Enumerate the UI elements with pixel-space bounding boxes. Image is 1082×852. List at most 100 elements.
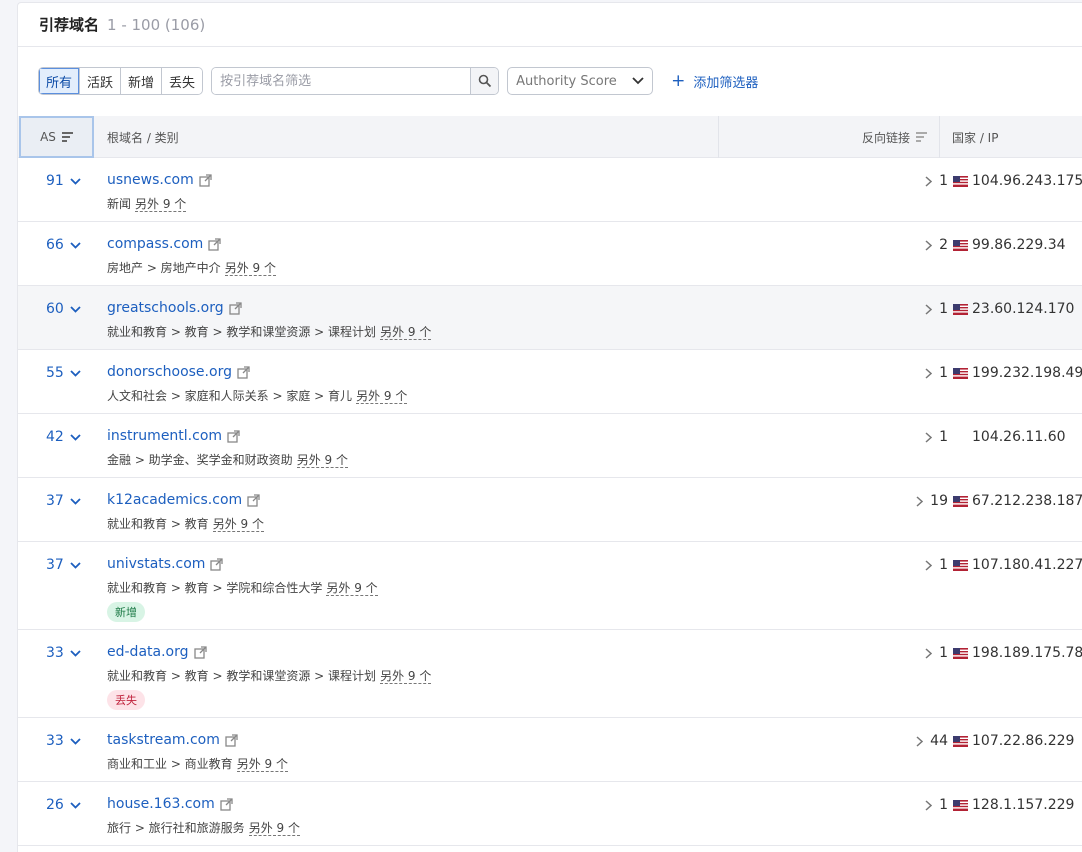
chevron-right-icon	[916, 735, 924, 747]
domain-link[interactable]: ed-data.org	[107, 644, 207, 660]
domain-name: compass.com	[107, 236, 204, 252]
backlinks-count[interactable]: 19	[916, 493, 948, 509]
segment-new[interactable]: 新增	[120, 68, 162, 94]
domain-name: k12academics.com	[107, 492, 243, 508]
referring-domains-panel: 引荐域名 1 - 100 (106) 所有 活跃 新增 丢失 Authority…	[17, 2, 1082, 852]
search-icon	[478, 74, 491, 88]
table-body: 91 usnews.com 新闻 另外 9 个 1 104.96.243.175 66 com…	[18, 158, 1082, 846]
country-ip: 199.232.198.49	[953, 365, 1082, 381]
country-ip: 104.26.11.60	[953, 429, 1066, 445]
more-categories-link[interactable]: 另外 9 个	[236, 757, 288, 772]
category-text: 人文和社会 > 家庭和人际关系 > 家庭 > 育儿	[107, 389, 353, 403]
authority-score-toggle[interactable]: 37	[46, 557, 81, 573]
segment-all[interactable]: 所有	[39, 68, 80, 94]
chevron-down-icon	[70, 737, 81, 745]
authority-score-toggle[interactable]: 42	[46, 429, 81, 445]
backlinks-value: 1	[939, 557, 948, 573]
authority-score-toggle[interactable]: 33	[46, 733, 81, 749]
backlinks-count[interactable]: 1	[925, 429, 948, 445]
country-ip: 23.60.124.170	[953, 301, 1074, 317]
authority-score-toggle[interactable]: 60	[46, 301, 81, 317]
external-link-icon[interactable]	[227, 429, 240, 443]
domain-link[interactable]: taskstream.com	[107, 732, 238, 748]
external-link-icon[interactable]	[210, 557, 224, 571]
authority-score-value: 60	[46, 301, 64, 317]
external-link-icon[interactable]	[208, 237, 221, 251]
filter-toolbar: 所有 活跃 新增 丢失 Authority Score + 添加筛选器	[38, 67, 758, 95]
backlinks-value: 1	[939, 797, 948, 813]
backlinks-count[interactable]: 1	[925, 365, 948, 381]
external-link-icon[interactable]	[225, 733, 238, 747]
backlinks-count[interactable]: 1	[925, 645, 948, 661]
table-row: 37 univstats.com 就业和教育 > 教育 > 学院和综合性大学 另外 9…	[18, 542, 1082, 630]
domain-link[interactable]: instrumentl.com	[107, 428, 240, 444]
domain-link[interactable]: house.163.com	[107, 796, 233, 812]
chevron-down-icon	[70, 433, 81, 441]
domain-search-input[interactable]	[212, 68, 471, 94]
more-categories-link[interactable]: 另外 9 个	[380, 669, 432, 684]
backlinks-value: 1	[939, 365, 948, 381]
domain-link[interactable]: compass.com	[107, 236, 221, 252]
domain-name: taskstream.com	[107, 732, 220, 748]
backlinks-value: 1	[939, 645, 948, 661]
country-ip: 104.96.243.175	[953, 173, 1082, 189]
chevron-right-icon	[925, 647, 933, 659]
domain-link[interactable]: usnews.com	[107, 172, 212, 188]
backlinks-count[interactable]: 1	[925, 173, 948, 189]
more-categories-link[interactable]: 另外 9 个	[356, 389, 408, 404]
column-header-backlinks[interactable]: 反向链接	[718, 116, 940, 158]
chevron-right-icon	[925, 303, 933, 315]
more-categories-link[interactable]: 另外 9 个	[224, 261, 276, 276]
authority-score-toggle[interactable]: 66	[46, 237, 81, 253]
segment-lost[interactable]: 丢失	[161, 68, 203, 94]
country-ip: 67.212.238.187	[953, 493, 1082, 509]
more-categories-link[interactable]: 另外 9 个	[296, 453, 348, 468]
external-link-icon[interactable]	[199, 173, 212, 187]
domain-name: instrumentl.com	[107, 428, 223, 444]
column-header-as[interactable]: AS	[19, 116, 94, 158]
chevron-right-icon	[916, 495, 924, 507]
category-path: 金融 > 助学金、奖学金和财政资助 另外 9 个	[107, 451, 348, 468]
backlinks-value: 19	[930, 493, 948, 509]
external-link-icon[interactable]	[220, 797, 233, 811]
domain-link[interactable]: greatschools.org	[107, 300, 242, 316]
authority-score-dropdown[interactable]: Authority Score	[507, 67, 654, 95]
add-filter-button[interactable]: + 添加筛选器	[671, 71, 758, 91]
search-button[interactable]	[470, 68, 499, 94]
authority-score-toggle[interactable]: 26	[46, 797, 81, 813]
more-categories-link[interactable]: 另外 9 个	[212, 517, 264, 532]
category-path: 就业和教育 > 教育 > 教学和课堂资源 > 课程计划 另外 9 个	[107, 323, 432, 340]
domain-link[interactable]: k12academics.com	[107, 492, 260, 508]
category-path: 就业和教育 > 教育 另外 9 个	[107, 515, 264, 532]
authority-score-toggle[interactable]: 55	[46, 365, 81, 381]
us-flag-icon	[953, 799, 968, 811]
chevron-down-icon	[70, 649, 81, 657]
chevron-right-icon	[925, 239, 933, 251]
external-link-icon[interactable]	[228, 301, 242, 315]
ip-address: 107.180.41.227	[972, 557, 1082, 573]
authority-score-toggle[interactable]: 91	[46, 173, 81, 189]
domain-link[interactable]: donorschoose.org	[107, 364, 250, 380]
category-path: 人文和社会 > 家庭和人际关系 > 家庭 > 育儿 另外 9 个	[107, 387, 408, 404]
more-categories-link[interactable]: 另外 9 个	[326, 581, 378, 596]
backlinks-count[interactable]: 44	[916, 733, 948, 749]
more-categories-link[interactable]: 另外 9 个	[135, 197, 187, 212]
table-row: 55 donorschoose.org 人文和社会 > 家庭和人际关系 > 家庭 >…	[18, 350, 1082, 414]
backlinks-value: 1	[939, 301, 948, 317]
us-flag-icon	[953, 303, 968, 315]
ip-address: 23.60.124.170	[972, 301, 1075, 317]
authority-score-toggle[interactable]: 33	[46, 645, 81, 661]
authority-score-toggle[interactable]: 37	[46, 493, 81, 509]
segment-active[interactable]: 活跃	[79, 68, 121, 94]
backlinks-count[interactable]: 1	[925, 557, 948, 573]
more-categories-link[interactable]: 另外 9 个	[380, 325, 432, 340]
external-link-icon[interactable]	[247, 493, 260, 507]
domain-link[interactable]: univstats.com	[107, 556, 224, 572]
more-categories-link[interactable]: 另外 9 个	[248, 821, 300, 836]
backlinks-count[interactable]: 2	[925, 237, 948, 253]
external-link-icon[interactable]	[237, 365, 250, 379]
external-link-icon[interactable]	[193, 645, 207, 659]
category-text: 商业和工业 > 商业教育	[107, 757, 233, 771]
backlinks-count[interactable]: 1	[925, 301, 948, 317]
backlinks-count[interactable]: 1	[925, 797, 948, 813]
